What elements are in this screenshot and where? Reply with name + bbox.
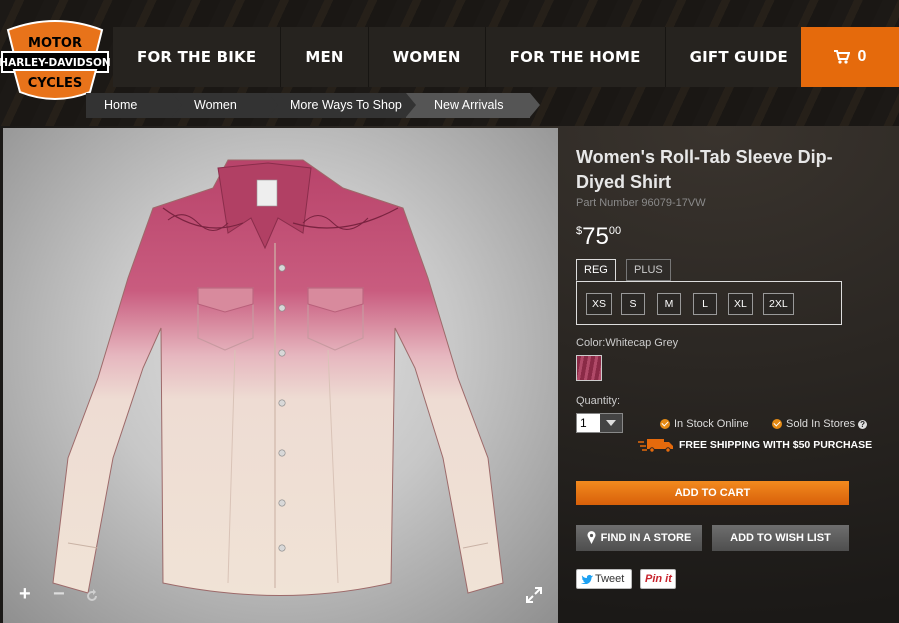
color-label: Color:Whitecap Grey	[576, 337, 679, 349]
find-in-store-button[interactable]: FIND IN A STORE	[576, 525, 702, 551]
help-icon[interactable]: ?	[858, 419, 868, 429]
add-to-cart-button[interactable]: ADD TO CART	[576, 481, 849, 505]
add-to-wish-list-button[interactable]: ADD TO WISH LIST	[712, 525, 849, 551]
quantity-label: Quantity:	[576, 395, 621, 407]
price-dollars: 75	[582, 223, 609, 250]
cart-count: 0	[857, 48, 867, 65]
pin-it-button[interactable]: Pin it	[640, 569, 676, 589]
logo-text-name: HARLEY-DAVIDSON	[0, 57, 110, 69]
site-header: MOTOR HARLEY-DAVIDSON CYCLES FOR THE BIK…	[0, 0, 899, 126]
fit-tab-reg[interactable]: REG	[576, 259, 616, 281]
quantity-value: 1	[580, 416, 587, 430]
main-nav: FOR THE BIKE MEN WOMEN FOR THE HOME GIFT…	[113, 27, 813, 87]
free-shipping-banner: FREE SHIPPING WITH $50 PURCHASE	[638, 437, 872, 453]
check-icon	[660, 419, 670, 429]
free-shipping-text: FREE SHIPPING WITH $50 PURCHASE	[679, 439, 873, 451]
reset-view-button[interactable]	[85, 586, 99, 609]
tweet-label: Tweet	[595, 573, 625, 585]
twitter-bird-icon	[581, 574, 593, 585]
color-swatch[interactable]	[576, 355, 602, 381]
sold-in-stores-label: Sold In Stores	[786, 418, 856, 430]
product-image-shirt	[52, 159, 504, 596]
product-image-viewer[interactable]: + −	[3, 128, 558, 623]
tweet-button[interactable]: Tweet	[576, 569, 632, 589]
truck-icon	[638, 439, 673, 453]
find-in-store-label: FIND IN A STORE	[600, 532, 692, 544]
part-number: Part Number 96079-17VW	[576, 197, 706, 209]
nav-item-men[interactable]: MEN	[281, 27, 369, 87]
nav-item-for-the-home[interactable]: FOR THE HOME	[485, 27, 666, 87]
check-icon	[772, 419, 782, 429]
expand-icon	[526, 587, 542, 603]
harley-davidson-logo[interactable]: MOTOR HARLEY-DAVIDSON CYCLES	[0, 14, 111, 104]
nav-item-women[interactable]: WOMEN	[368, 27, 486, 87]
breadcrumb-women[interactable]: Women	[172, 93, 278, 118]
product-price: $7500	[576, 223, 621, 251]
in-stock-online: In Stock Online	[660, 418, 749, 430]
zoom-in-button[interactable]: +	[19, 583, 31, 606]
fullscreen-button[interactable]	[526, 586, 542, 609]
chevron-down-icon	[600, 414, 622, 432]
breadcrumb-new-arrivals[interactable]: New Arrivals	[406, 93, 540, 118]
breadcrumb: Home Women More Ways To Shop New Arrival…	[86, 93, 540, 118]
in-stock-online-label: In Stock Online	[674, 418, 749, 430]
logo-text-cycles: CYCLES	[28, 76, 83, 91]
quantity-select[interactable]: 1	[576, 413, 623, 433]
product-title: Women's Roll-Tab Sleeve Dip-Diyed Shirt	[576, 147, 833, 192]
cart-button[interactable]: 0	[801, 27, 899, 87]
product-details: Women's Roll-Tab Sleeve Dip-Diyed Shirt …	[560, 128, 899, 623]
breadcrumb-home[interactable]: Home	[86, 93, 182, 118]
size-option-2xl[interactable]: 2XL	[763, 293, 794, 315]
sold-in-stores: Sold In Stores ?	[772, 418, 868, 430]
size-selector: XS S M L XL 2XL	[576, 281, 842, 325]
price-currency: $	[576, 225, 583, 237]
zoom-out-button[interactable]: −	[53, 583, 65, 606]
fit-tab-plus[interactable]: PLUS	[626, 259, 671, 281]
product-page: MOTOR HARLEY-DAVIDSON CYCLES FOR THE BIK…	[0, 0, 899, 623]
size-option-l[interactable]: L	[693, 293, 717, 315]
logo-text-motor: MOTOR	[28, 36, 82, 51]
map-pin-icon	[587, 530, 596, 544]
price-cents: 00	[608, 225, 622, 237]
size-option-xs[interactable]: XS	[586, 293, 613, 315]
cart-icon	[833, 50, 850, 64]
nav-item-gift-guide[interactable]: GIFT GUIDE	[665, 27, 813, 87]
size-option-m[interactable]: M	[657, 293, 681, 315]
size-option-xl[interactable]: XL	[728, 293, 753, 315]
nav-item-for-the-bike[interactable]: FOR THE BIKE	[113, 27, 282, 87]
breadcrumb-more-ways-to-shop[interactable]: More Ways To Shop	[268, 93, 416, 118]
rotate-icon	[87, 589, 97, 601]
size-option-s[interactable]: S	[621, 293, 645, 315]
